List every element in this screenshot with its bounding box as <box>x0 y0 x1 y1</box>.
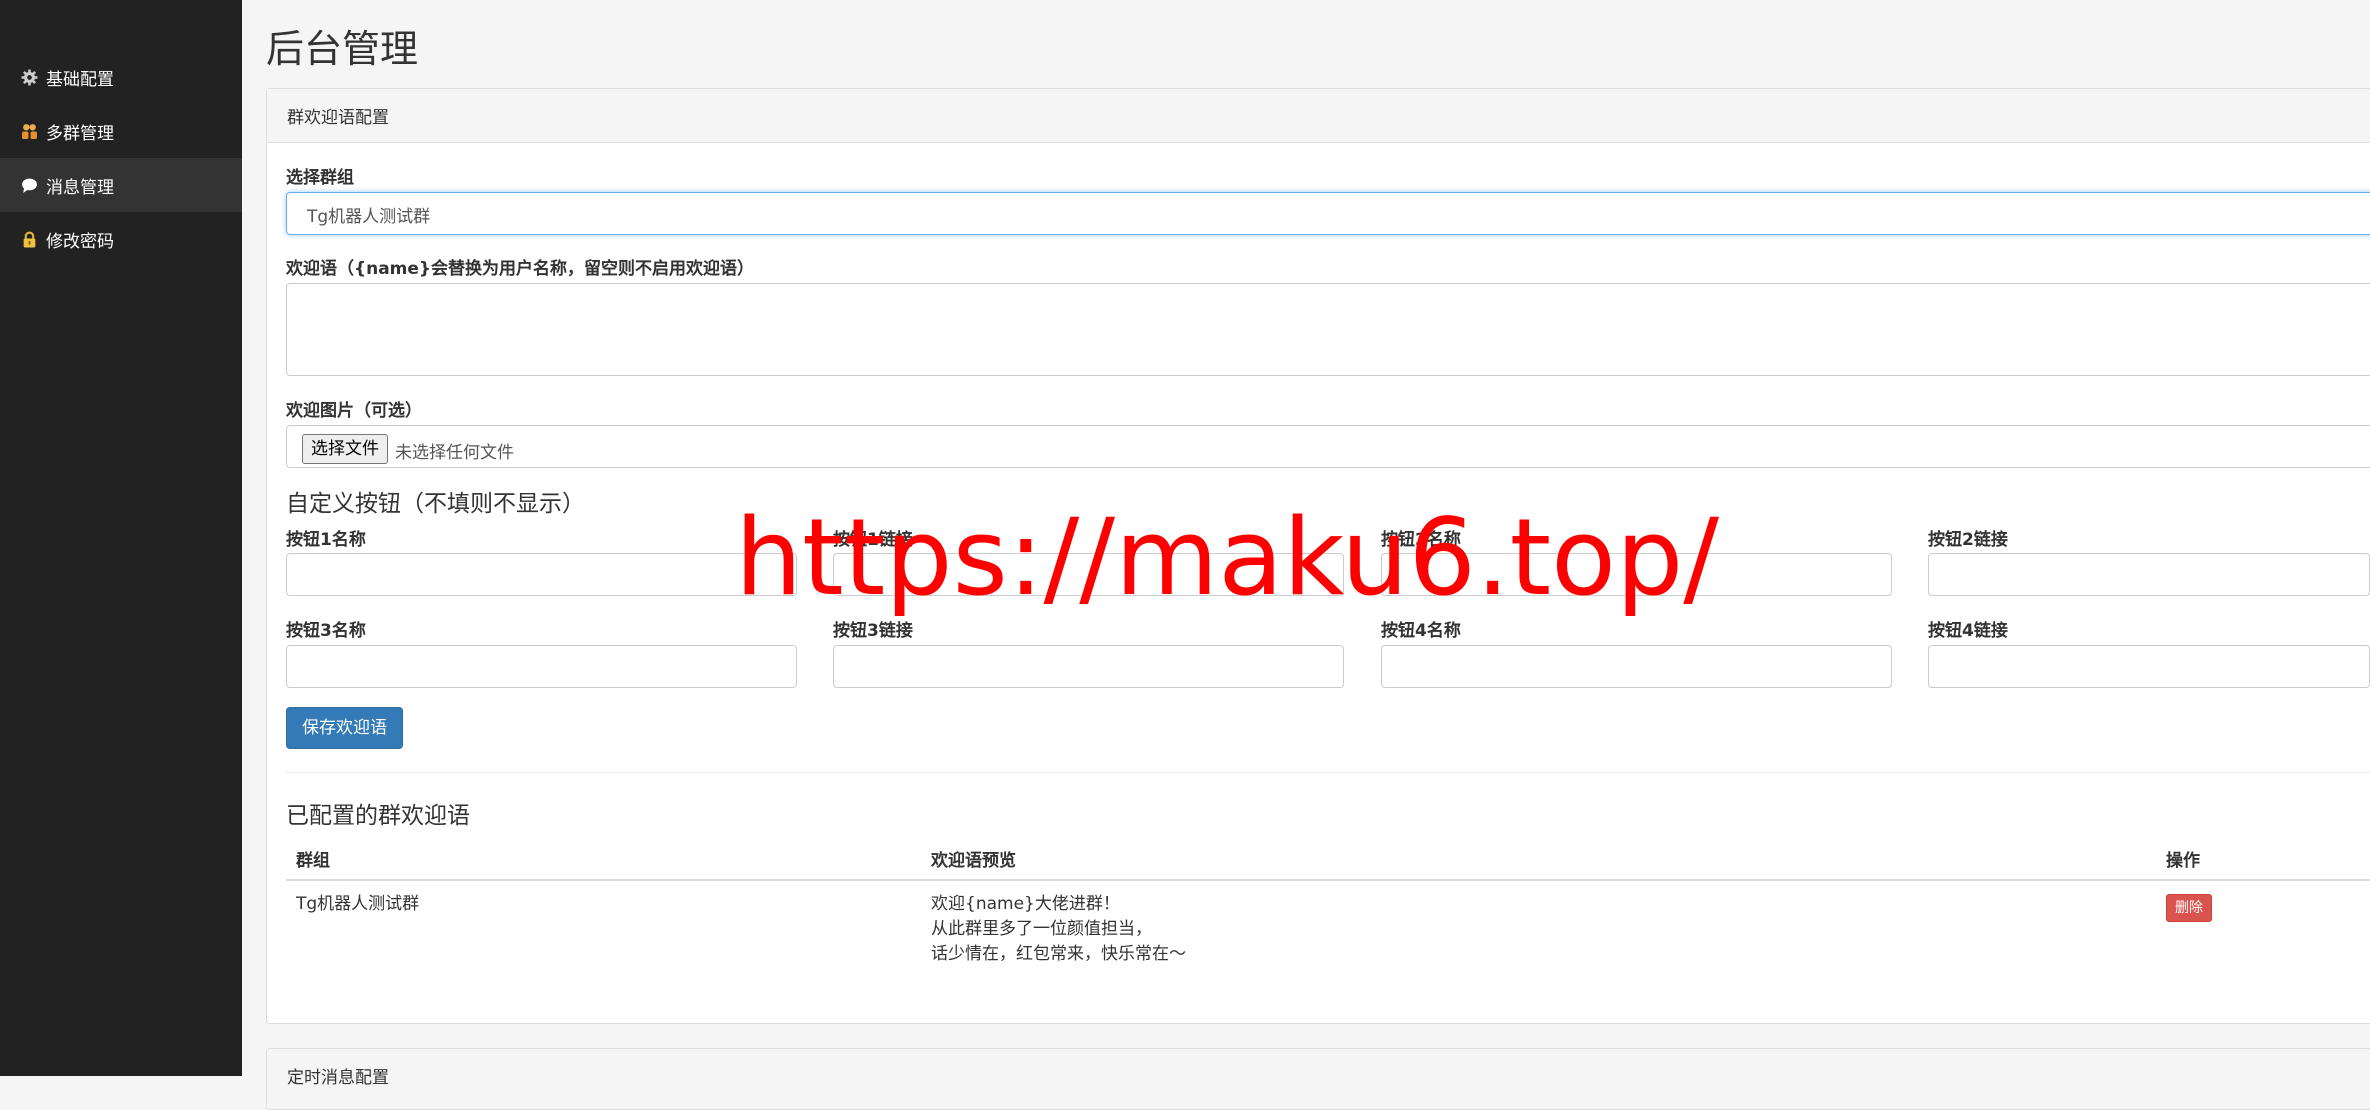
welcome-image-file-input[interactable]: 选择文件 未选择任何文件 <box>286 425 2370 468</box>
group-select-label: 选择群组 <box>286 168 354 188</box>
welcome-message-textarea[interactable] <box>286 283 2370 376</box>
button2-link-input[interactable] <box>1928 553 2370 596</box>
table-header-group: 群组 <box>296 851 330 871</box>
gear-icon <box>21 69 38 85</box>
button3-link-input[interactable] <box>833 645 1344 688</box>
table-header-preview: 欢迎语预览 <box>931 851 1016 871</box>
group-select[interactable]: Tg机器人测试群 <box>286 192 2370 235</box>
sidebar-item-basic-config[interactable]: 基础配置 <box>0 50 242 104</box>
preview-line: 从此群里多了一位颜值担当， <box>931 919 1152 939</box>
sidebar-item-change-password[interactable]: 修改密码 <box>0 212 242 266</box>
button1-name-label: 按钮1名称 <box>286 530 366 550</box>
page-title: 后台管理 <box>266 27 419 71</box>
sidebar-item-message-management[interactable]: 消息管理 <box>0 158 242 212</box>
choose-file-button[interactable]: 选择文件 <box>302 434 388 464</box>
table-cell-preview: 欢迎{name}大佬进群！ 从此群里多了一位颜值担当， 话少情在，红包常来，快乐… <box>931 892 1186 967</box>
save-welcome-button[interactable]: 保存欢迎语 <box>286 707 403 749</box>
button3-name-label: 按钮3名称 <box>286 621 366 641</box>
button1-name-input[interactable] <box>286 553 797 596</box>
scheduled-message-panel: 定时消息配置 <box>266 1048 2370 1110</box>
configured-welcome-heading: 已配置的群欢迎语 <box>286 803 470 829</box>
button4-name-input[interactable] <box>1381 645 1892 688</box>
delete-button[interactable]: 删除 <box>2166 894 2212 922</box>
table-header-border <box>286 879 2370 881</box>
sidebar-item-multi-group[interactable]: 多群管理 <box>0 104 242 158</box>
file-status: 未选择任何文件 <box>395 443 514 463</box>
divider <box>286 772 2370 773</box>
button4-link-input[interactable] <box>1928 645 2370 688</box>
button4-name-label: 按钮4名称 <box>1381 621 1461 641</box>
button3-link-label: 按钮3链接 <box>833 621 913 641</box>
welcome-image-label: 欢迎图片（可选） <box>286 401 422 421</box>
sidebar-item-label: 多群管理 <box>46 123 114 144</box>
button4-link-label: 按钮4链接 <box>1928 621 2008 641</box>
custom-buttons-heading: 自定义按钮（不填则不显示） <box>286 491 585 517</box>
button3-name-input[interactable] <box>286 645 797 688</box>
table-cell-group: Tg机器人测试群 <box>296 894 420 914</box>
panel-heading: 群欢迎语配置 <box>267 89 2370 143</box>
sidebar-item-label: 基础配置 <box>46 69 114 90</box>
sidebar-item-label: 消息管理 <box>46 177 114 198</box>
chat-bubble-icon <box>22 178 37 193</box>
welcome-message-label: 欢迎语（{name}会替换为用户名称，留空则不启用欢迎语） <box>286 259 755 279</box>
lock-icon <box>23 231 36 247</box>
table-header-action: 操作 <box>2166 851 2200 871</box>
sidebar: 基础配置 多群管理 消息管理 修改密码 <box>0 0 242 1076</box>
button2-link-label: 按钮2链接 <box>1928 530 2008 550</box>
preview-line: 话少情在，红包常来，快乐常在～ <box>931 944 1186 964</box>
users-icon <box>22 123 37 139</box>
sidebar-item-label: 修改密码 <box>46 231 114 252</box>
preview-line: 欢迎{name}大佬进群！ <box>931 894 1120 914</box>
watermark-text: https://maku6.top/ <box>735 496 1720 619</box>
group-select-value: Tg机器人测试群 <box>307 207 431 227</box>
